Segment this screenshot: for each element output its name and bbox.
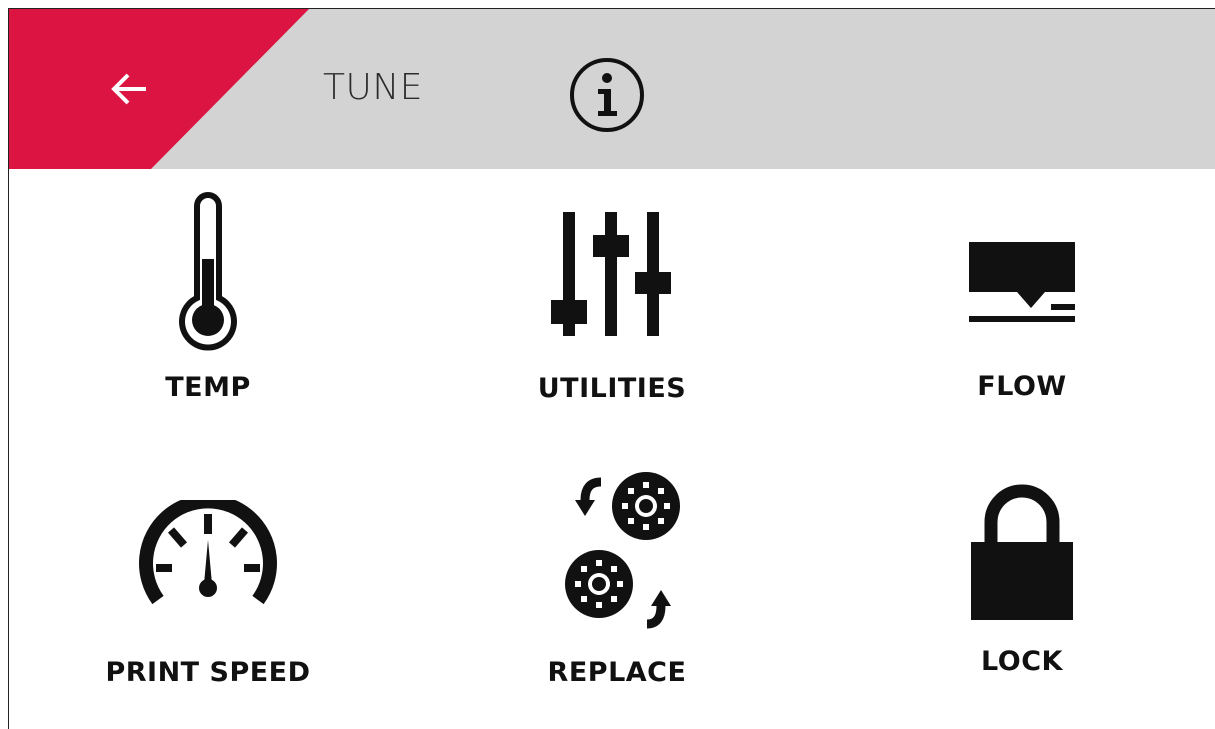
lock-icon (971, 484, 1073, 620)
info-icon[interactable] (569, 57, 645, 133)
temp-tile[interactable]: TEMP (118, 190, 298, 415)
print-speed-tile[interactable]: PRINT SPEED (103, 470, 313, 695)
header-bar: TUNE (9, 9, 1215, 169)
utilities-tile[interactable]: UTILITIES (512, 190, 712, 415)
tile-label: LOCK (981, 646, 1063, 677)
arrow-left-icon (111, 73, 146, 105)
flow-tile[interactable]: FLOW (922, 190, 1122, 415)
tile-label: REPLACE (547, 657, 687, 688)
sliders-icon (551, 212, 671, 336)
thermometer-icon (179, 192, 237, 351)
replace-spools-icon (565, 472, 680, 629)
replace-tile[interactable]: REPLACE (512, 470, 722, 695)
lock-tile[interactable]: LOCK (922, 470, 1122, 695)
page-title: TUNE (323, 67, 424, 108)
speedometer-icon (139, 500, 277, 605)
back-button-background (9, 9, 309, 169)
tile-label: UTILITIES (537, 373, 687, 404)
tile-label: PRINT SPEED (105, 657, 311, 688)
tile-label: TEMP (165, 372, 251, 403)
tile-label: FLOW (977, 371, 1067, 402)
flow-icon (969, 242, 1075, 322)
back-button[interactable] (9, 9, 309, 169)
